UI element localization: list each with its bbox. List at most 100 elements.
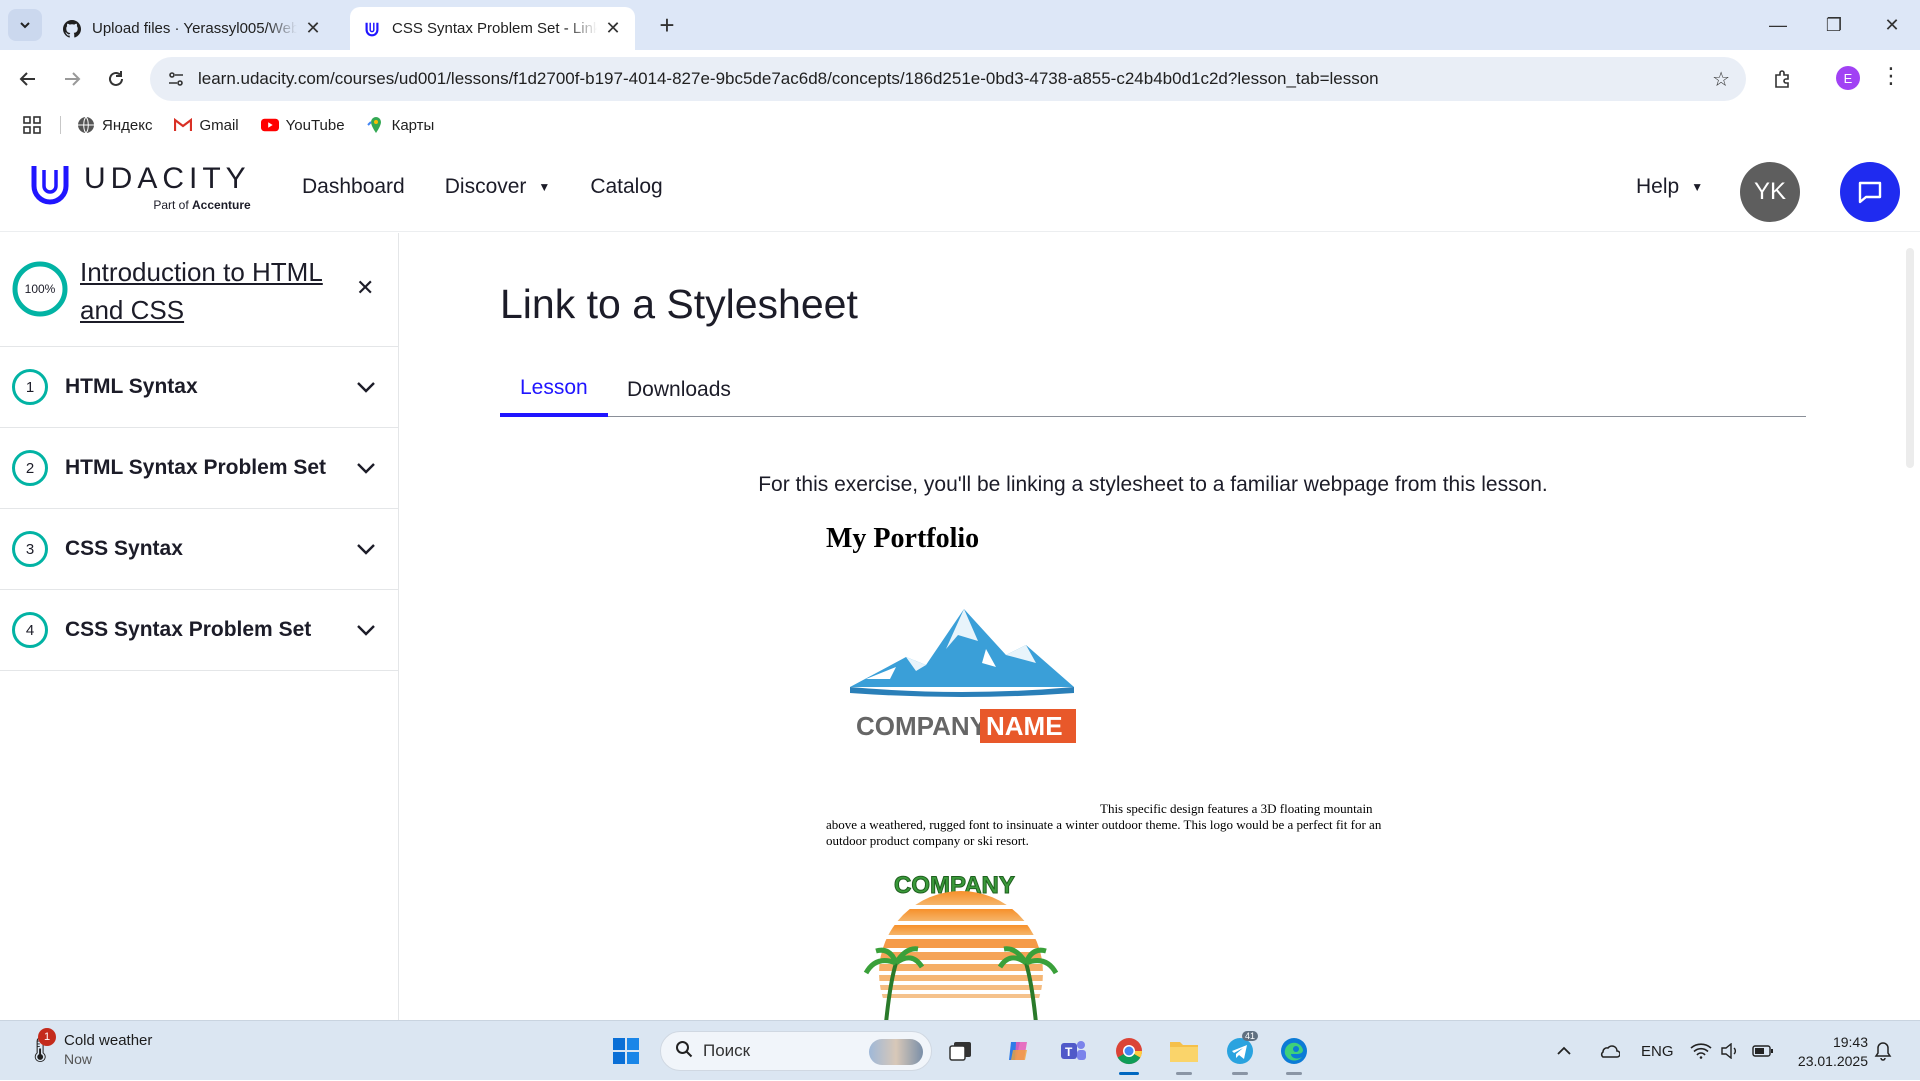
browser-tab-udacity[interactable]: CSS Syntax Problem Set - Link to a Style…	[350, 7, 635, 50]
lesson-item-3[interactable]: 3 CSS Syntax	[0, 509, 398, 590]
chevron-down-icon[interactable]	[354, 375, 378, 399]
show-hidden-icons[interactable]	[1556, 1021, 1572, 1081]
site-header: UDACITY Part of Accenture Dashboard Disc…	[0, 142, 1920, 232]
bookmark-maps[interactable]: Карты	[366, 116, 434, 134]
tab-lesson[interactable]: Lesson	[500, 363, 608, 417]
clock-date: 23.01.2025	[1797, 1053, 1868, 1069]
nav-catalog[interactable]: Catalog	[590, 175, 662, 199]
course-title-link[interactable]: Introduction to HTML and CSS	[80, 253, 350, 329]
weather-badge: 1	[38, 1028, 56, 1046]
bookmark-youtube[interactable]: YouTube	[260, 116, 345, 134]
course-sidebar: 100% Introduction to HTML and CSS ✕ 1 HT…	[0, 233, 399, 1020]
bookmark-label: Gmail	[199, 116, 239, 134]
chrome-icon[interactable]	[1109, 1031, 1149, 1075]
tab-title: Upload files · Yerassyl005/Web-	[92, 20, 297, 37]
youtube-icon	[260, 116, 279, 134]
portfolio-description: This specific design features a 3D float…	[826, 801, 1382, 848]
chat-button[interactable]	[1840, 162, 1900, 222]
restore-icon[interactable]: ❐	[1806, 0, 1862, 50]
address-bar[interactable]: learn.udacity.com/courses/ud001/lessons/…	[150, 57, 1746, 101]
taskbar-search[interactable]: Поиск	[660, 1031, 932, 1071]
teams-icon[interactable]: T	[1053, 1031, 1093, 1071]
github-icon	[62, 19, 82, 39]
chevron-up-icon	[1557, 1046, 1571, 1055]
caret-down-icon: ▼	[538, 180, 551, 194]
page-scrollbar[interactable]	[1906, 248, 1914, 468]
lesson-title: CSS Syntax Problem Set	[65, 618, 312, 641]
nav-discover-label: Discover	[444, 175, 527, 198]
globe-icon	[77, 116, 95, 134]
chevron-down-icon[interactable]	[354, 618, 378, 642]
bookmark-gmail[interactable]: Gmail	[174, 116, 239, 134]
portfolio-screenshot: My Portfolio COMPANY NAME This specific …	[826, 523, 1396, 1020]
minimize-icon[interactable]: —	[1750, 0, 1806, 50]
close-tab-icon[interactable]: ✕	[603, 18, 623, 39]
lesson-number: 2	[12, 450, 48, 486]
task-view-icon[interactable]	[941, 1031, 981, 1071]
progress-label: 100%	[24, 282, 56, 296]
bookmarks-bar: Яндекс Gmail YouTube Карты	[0, 108, 1920, 142]
user-avatar[interactable]: YK	[1740, 162, 1800, 222]
extensions-icon[interactable]	[1764, 61, 1800, 97]
logo1-text-a: COMPANY	[856, 711, 987, 741]
back-icon[interactable]	[10, 61, 46, 97]
close-window-icon[interactable]: ✕	[1864, 0, 1920, 50]
nav-discover[interactable]: Discover ▼	[445, 175, 551, 199]
logo-text: UDACITY Part of Accenture	[84, 164, 251, 213]
weather-widget[interactable]: 🌡 1 Cold weather Now	[22, 1028, 152, 1069]
windows-taskbar: 🌡 1 Cold weather Now Поиск T 41 ENG 19:4…	[0, 1020, 1920, 1080]
tab-downloads[interactable]: Downloads	[607, 363, 751, 417]
reload-icon[interactable]	[98, 61, 134, 97]
weather-sub: Now	[64, 1051, 93, 1067]
lesson-number: 1	[12, 369, 48, 405]
tab-search-button[interactable]	[8, 9, 42, 41]
browser-toolbar: learn.udacity.com/courses/ud001/lessons/…	[0, 50, 1920, 108]
language-indicator[interactable]: ENG	[1641, 1021, 1674, 1081]
svg-text:T: T	[1065, 1045, 1073, 1059]
forward-icon[interactable]	[54, 61, 90, 97]
chat-icon	[1858, 181, 1882, 204]
exercise-intro: For this exercise, you'll be linking a s…	[758, 473, 1548, 496]
chevron-down-icon	[20, 22, 30, 29]
lesson-item-1[interactable]: 1 HTML Syntax	[0, 347, 398, 428]
nav-dashboard[interactable]: Dashboard	[302, 175, 405, 199]
wifi-icon[interactable]	[1690, 1021, 1712, 1081]
edge-icon[interactable]	[1274, 1031, 1314, 1075]
site-info-icon[interactable]	[154, 69, 198, 89]
notifications-icon[interactable]	[1874, 1021, 1892, 1081]
chevron-down-icon[interactable]	[354, 456, 378, 480]
browser-tab-bar: Upload files · Yerassyl005/Web- ✕ CSS Sy…	[0, 0, 1920, 50]
chevron-down-icon[interactable]	[354, 537, 378, 561]
browser-tab-github[interactable]: Upload files · Yerassyl005/Web- ✕	[50, 7, 335, 50]
mountain-logo-image: COMPANY NAME	[850, 609, 1076, 743]
maps-icon	[366, 116, 385, 134]
udacity-logo[interactable]: UDACITY Part of Accenture	[30, 164, 251, 212]
new-tab-button[interactable]: +	[650, 8, 684, 42]
lesson-title: HTML Syntax Problem Set	[65, 456, 327, 479]
running-indicator	[1232, 1072, 1248, 1075]
battery-icon[interactable]	[1752, 1021, 1774, 1081]
more-menu-icon[interactable]: ⋮	[1880, 63, 1902, 89]
course-header: 100% Introduction to HTML and CSS ✕	[0, 233, 398, 347]
bookmark-yandex[interactable]: Яндекс	[77, 116, 152, 134]
telegram-icon[interactable]: 41	[1220, 1031, 1260, 1075]
help-label: Help	[1636, 175, 1680, 198]
lesson-item-2[interactable]: 2 HTML Syntax Problem Set	[0, 428, 398, 509]
file-explorer-icon[interactable]	[1164, 1031, 1204, 1075]
start-button[interactable]	[606, 1031, 646, 1071]
copilot-icon[interactable]	[998, 1031, 1038, 1071]
apps-grid-icon[interactable]	[22, 115, 42, 135]
close-sidebar-icon[interactable]: ✕	[356, 275, 374, 301]
telegram-badge: 41	[1242, 1031, 1259, 1041]
profile-avatar[interactable]: E	[1836, 66, 1860, 90]
url-text: learn.udacity.com/courses/ud001/lessons/…	[198, 69, 1379, 88]
clock[interactable]: 19:43 23.01.2025	[1790, 1033, 1868, 1071]
lesson-item-4[interactable]: 4 CSS Syntax Problem Set	[0, 590, 398, 671]
logo-sub-prefix: Part of	[153, 198, 192, 212]
close-tab-icon[interactable]: ✕	[303, 18, 323, 39]
help-menu[interactable]: Help ▼	[1636, 142, 1703, 232]
bookmark-star-icon[interactable]: ☆	[1712, 67, 1730, 92]
volume-icon[interactable]	[1720, 1021, 1740, 1081]
onedrive-icon[interactable]	[1598, 1021, 1620, 1081]
logo-sub-brand: Accenture	[192, 198, 251, 212]
